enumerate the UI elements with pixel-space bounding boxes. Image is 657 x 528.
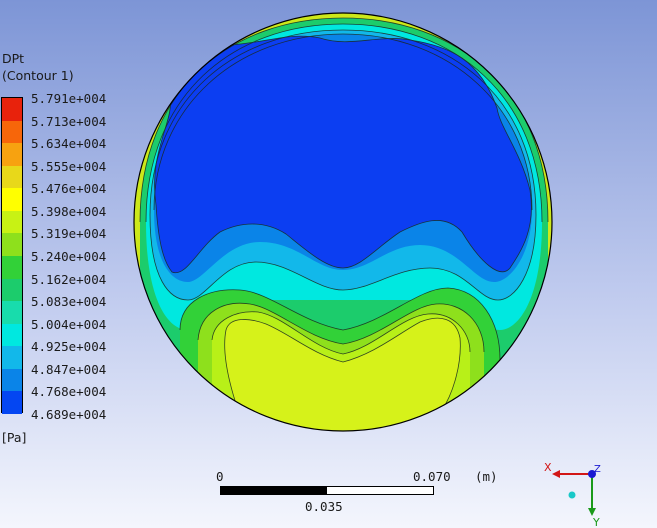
contour-core-low xyxy=(154,36,532,273)
scale-start-label: 0 xyxy=(216,469,224,484)
axis-triad[interactable]: X Y Z xyxy=(540,460,620,528)
scale-end-label: 0.070 xyxy=(413,469,451,484)
scale-unit-label: (m) xyxy=(475,469,498,484)
triad-origin-marker xyxy=(568,491,576,499)
z-axis-label: Z xyxy=(594,464,601,475)
contour-plot[interactable] xyxy=(0,0,657,528)
scale-mid-label: 0.035 xyxy=(305,499,343,514)
y-axis-label: Y xyxy=(592,516,600,528)
scale-bar-fill xyxy=(221,487,327,494)
x-axis-label: X xyxy=(544,461,552,474)
scale-bar xyxy=(220,486,434,495)
